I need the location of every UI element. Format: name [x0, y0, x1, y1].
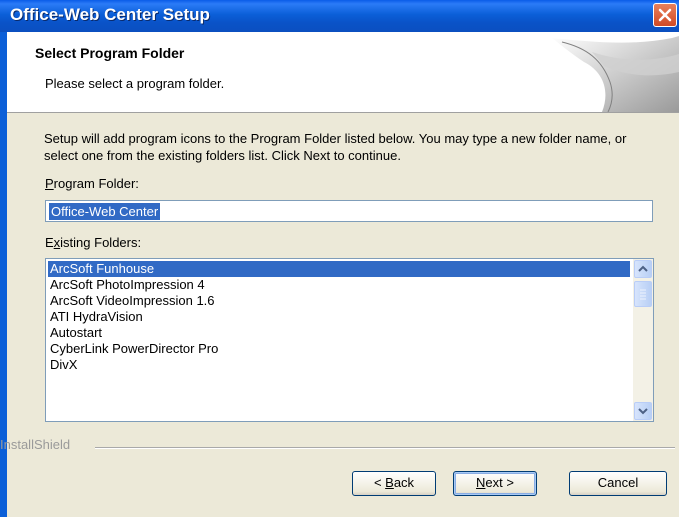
folder-list-item[interactable]: Autostart — [48, 325, 630, 341]
arrow-up-icon — [638, 265, 648, 272]
installshield-brand: InstallShield — [0, 437, 71, 452]
folder-list-item[interactable]: ATI HydraVision — [48, 309, 630, 325]
program-folder-value: Office-Web Center — [49, 203, 161, 220]
folder-list-item[interactable]: DivX — [48, 357, 630, 373]
program-folder-label: Program Folder: — [45, 176, 139, 191]
close-x-icon — [658, 8, 672, 22]
scroll-up-button[interactable] — [634, 260, 652, 278]
header-swoosh-graphic — [552, 36, 679, 112]
footer-divider — [95, 447, 675, 449]
window-title: Office-Web Center Setup — [10, 5, 210, 24]
scroll-down-button[interactable] — [634, 402, 652, 420]
grip-icon — [640, 289, 646, 300]
existing-folders-label: Existing Folders: — [45, 235, 142, 250]
program-folder-input[interactable]: Office-Web Center — [45, 200, 653, 222]
arrow-down-icon — [638, 408, 648, 415]
next-button[interactable]: Next > — [453, 471, 537, 496]
existing-folders-list[interactable]: ArcSoft Funhouse ArcSoft PhotoImpression… — [45, 258, 654, 422]
title-bar[interactable]: Office-Web Center Setup — [0, 0, 679, 32]
wizard-header: Select Program Folder Please select a pr… — [7, 32, 679, 113]
wizard-body: Setup will add program icons to the Prog… — [0, 113, 679, 517]
page-title: Select Program Folder — [35, 45, 185, 61]
scroll-thumb[interactable] — [634, 281, 652, 307]
cancel-button[interactable]: Cancel — [569, 471, 667, 496]
instructions-text: Setup will add program icons to the Prog… — [44, 131, 627, 163]
folders-scrollbar[interactable] — [633, 259, 653, 421]
page-subtitle: Please select a program folder. — [45, 76, 225, 91]
folder-list-item[interactable]: ArcSoft PhotoImpression 4 — [48, 277, 630, 293]
folder-list-item[interactable]: ArcSoft Funhouse — [48, 261, 630, 277]
folder-list-item[interactable]: CyberLink PowerDirector Pro — [48, 341, 630, 357]
folder-list-item[interactable]: ArcSoft VideoImpression 1.6 — [48, 293, 630, 309]
close-button[interactable] — [653, 3, 677, 27]
back-button[interactable]: < Back — [352, 471, 436, 496]
setup-window: Office-Web Center Setup Select Program F… — [0, 0, 679, 517]
